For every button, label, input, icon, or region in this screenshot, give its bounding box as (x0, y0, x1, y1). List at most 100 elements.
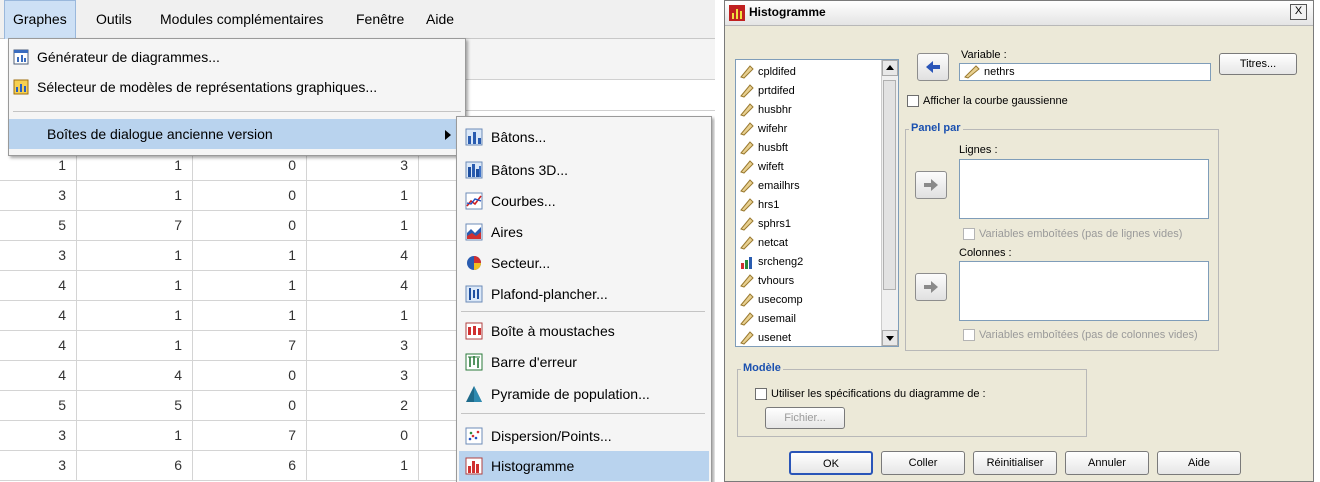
ok-button[interactable]: OK (789, 451, 873, 475)
menu-aide[interactable]: Aide (418, 0, 462, 38)
submenu-item-boxplot[interactable]: Boîte à moustaches (459, 316, 709, 346)
table-cell[interactable]: 1 (76, 301, 193, 330)
scroll-thumb[interactable] (883, 80, 896, 290)
table-cell[interactable]: 1 (192, 301, 307, 330)
menu-item-legacy-dialogs[interactable]: Boîtes de dialogue ancienne version (9, 119, 465, 149)
table-cell[interactable]: 1 (306, 211, 419, 240)
table-cell[interactable] (418, 421, 460, 450)
table-cell[interactable]: 1 (192, 241, 307, 270)
scale-variable-icon (740, 217, 754, 231)
table-cell[interactable]: 1 (76, 181, 193, 210)
graphes-dropdown: Générateur de diagrammes... Sélecteur de… (8, 38, 466, 156)
table-cell[interactable]: 4 (306, 271, 419, 300)
variable-field[interactable]: nethrs (959, 63, 1211, 81)
table-cell[interactable] (418, 271, 460, 300)
use-chart-spec-checkbox[interactable] (755, 388, 767, 400)
submenu-item-bar-3d[interactable]: Bâtons 3D... (459, 155, 709, 185)
panel-by-title: Panel par (909, 122, 963, 134)
menu-outils[interactable]: Outils (88, 0, 140, 38)
table-cell[interactable] (418, 211, 460, 240)
rows-nested-checkbox[interactable] (963, 228, 975, 240)
menu-separator (461, 311, 705, 312)
menu-fenetre[interactable]: Fenêtre (348, 0, 412, 38)
table-cell[interactable]: 0 (192, 211, 307, 240)
table-cell[interactable]: 4 (0, 301, 77, 330)
submenu-item-population-pyramid[interactable]: Pyramide de population... (459, 379, 709, 409)
submenu-item-pie[interactable]: Secteur... (459, 248, 709, 278)
variable-list-scrollbar[interactable] (881, 60, 898, 346)
table-cell[interactable]: 0 (192, 361, 307, 390)
table-cell[interactable]: 4 (0, 271, 77, 300)
paste-button[interactable]: Coller (881, 451, 965, 475)
table-cell[interactable]: 3 (0, 421, 77, 450)
table-cell[interactable]: 2 (306, 391, 419, 420)
table-cell[interactable]: 5 (76, 391, 193, 420)
table-cell[interactable]: 3 (0, 451, 77, 480)
table-cell[interactable]: 3 (306, 331, 419, 360)
submenu-item-error-bar[interactable]: Barre d'erreur (459, 347, 709, 377)
submenu-item-label: Barre d'erreur (491, 354, 577, 370)
table-cell[interactable]: 7 (76, 211, 193, 240)
table-cell[interactable]: 3 (306, 361, 419, 390)
table-cell[interactable]: 7 (192, 331, 307, 360)
titles-button[interactable]: Titres... (1219, 53, 1297, 75)
table-cell[interactable] (418, 331, 460, 360)
submenu-item-high-low[interactable]: Plafond-plancher... (459, 279, 709, 309)
scroll-down-button[interactable] (882, 330, 898, 346)
table-row: 4173 (0, 331, 460, 361)
scroll-up-button[interactable] (882, 60, 898, 76)
file-button[interactable]: Fichier... (765, 407, 845, 429)
cell-editor[interactable] (465, 80, 715, 111)
submenu-item-line[interactable]: Courbes... (459, 186, 709, 216)
submenu-item-area[interactable]: Aires (459, 217, 709, 247)
table-cell[interactable] (418, 361, 460, 390)
table-cell[interactable]: 4 (306, 241, 419, 270)
menu-item-chart-builder[interactable]: Générateur de diagrammes... (9, 42, 465, 72)
columns-nested-checkbox[interactable] (963, 329, 975, 341)
close-button[interactable]: X (1290, 4, 1307, 20)
table-cell[interactable]: 0 (192, 181, 307, 210)
table-cell[interactable]: 1 (306, 451, 419, 480)
table-cell[interactable]: 6 (192, 451, 307, 480)
menu-graphes[interactable]: Graphes (4, 0, 76, 39)
table-cell[interactable]: 1 (306, 181, 419, 210)
cancel-button[interactable]: Annuler (1065, 451, 1149, 475)
table-cell[interactable]: 3 (0, 241, 77, 270)
table-cell[interactable]: 4 (76, 361, 193, 390)
table-cell[interactable]: 1 (76, 331, 193, 360)
table-cell[interactable]: 1 (76, 271, 193, 300)
move-to-columns-button[interactable] (915, 273, 947, 301)
table-cell[interactable]: 4 (0, 361, 77, 390)
submenu-item-scatter[interactable]: Dispersion/Points... (459, 421, 709, 451)
table-cell[interactable]: 1 (306, 301, 419, 330)
submenu-item-bar[interactable]: Bâtons... (459, 122, 709, 152)
table-cell[interactable]: 5 (0, 211, 77, 240)
source-variable-list[interactable]: cpldifed prtdifed husbhr wifehr husbft wifeft… (735, 59, 899, 347)
table-cell[interactable]: 6 (76, 451, 193, 480)
menu-item-template-chooser[interactable]: Sélecteur de modèles de représentations … (9, 72, 465, 102)
table-cell[interactable] (418, 301, 460, 330)
help-button[interactable]: Aide (1157, 451, 1241, 475)
menu-modules[interactable]: Modules complémentaires (152, 0, 331, 38)
table-cell[interactable]: 1 (76, 421, 193, 450)
table-cell[interactable]: 5 (0, 391, 77, 420)
reset-button[interactable]: Réinitialiser (973, 451, 1057, 475)
table-cell[interactable]: 1 (192, 271, 307, 300)
table-cell[interactable] (418, 391, 460, 420)
move-variable-button[interactable] (917, 53, 949, 81)
rows-field[interactable] (959, 159, 1209, 219)
table-cell[interactable] (418, 451, 460, 480)
move-to-rows-button[interactable] (915, 171, 947, 199)
submenu-item-histogram[interactable]: Histogramme (459, 451, 709, 481)
normal-curve-checkbox[interactable] (907, 95, 919, 107)
scroll-up-icon (886, 65, 894, 70)
table-cell[interactable]: 0 (192, 391, 307, 420)
table-cell[interactable]: 4 (0, 331, 77, 360)
table-cell[interactable]: 7 (192, 421, 307, 450)
table-cell[interactable]: 3 (0, 181, 77, 210)
table-cell[interactable] (418, 241, 460, 270)
table-cell[interactable] (418, 181, 460, 210)
table-cell[interactable]: 0 (306, 421, 419, 450)
table-cell[interactable]: 1 (76, 241, 193, 270)
columns-field[interactable] (959, 261, 1209, 321)
